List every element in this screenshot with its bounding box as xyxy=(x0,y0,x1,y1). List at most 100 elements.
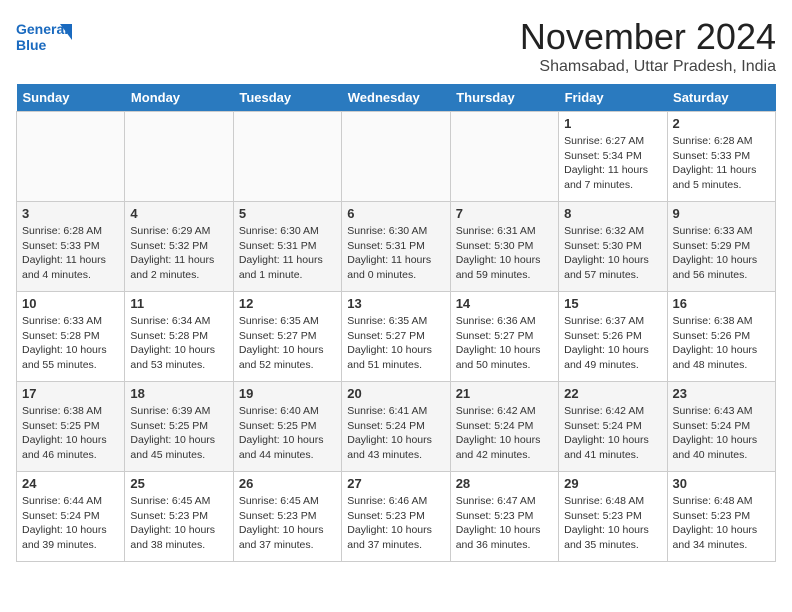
calendar-cell xyxy=(125,112,233,202)
calendar-cell: 21 Sunrise: 6:42 AM Sunset: 5:24 PM Dayli… xyxy=(450,382,558,472)
calendar-cell: 17 Sunrise: 6:38 AM Sunset: 5:25 PM Dayli… xyxy=(17,382,125,472)
day-number: 16 xyxy=(673,296,770,311)
day-number: 29 xyxy=(564,476,661,491)
day-number: 5 xyxy=(239,206,336,221)
weekday-header-wednesday: Wednesday xyxy=(342,84,450,112)
day-number: 14 xyxy=(456,296,553,311)
calendar-cell: 5 Sunrise: 6:30 AM Sunset: 5:31 PM Daylig… xyxy=(233,202,341,292)
calendar-cell: 20Sunrise: 6:41 AM Sunset: 5:24 PM Dayli… xyxy=(342,382,450,472)
calendar-cell: 4 Sunrise: 6:29 AM Sunset: 5:32 PM Daylig… xyxy=(125,202,233,292)
weekday-header-saturday: Saturday xyxy=(667,84,775,112)
calendar-cell: 3 Sunrise: 6:28 AM Sunset: 5:33 PM Daylig… xyxy=(17,202,125,292)
day-number: 19 xyxy=(239,386,336,401)
calendar-cell: 6 Sunrise: 6:30 AM Sunset: 5:31 PM Daylig… xyxy=(342,202,450,292)
day-info: Sunrise: 6:29 AM Sunset: 5:32 PM Dayligh… xyxy=(130,224,227,283)
day-number: 26 xyxy=(239,476,336,491)
day-number: 11 xyxy=(130,296,227,311)
calendar-row-4: 24 Sunrise: 6:44 AM Sunset: 5:24 PM Dayli… xyxy=(17,472,776,562)
day-number: 9 xyxy=(673,206,770,221)
calendar-row-1: 3 Sunrise: 6:28 AM Sunset: 5:33 PM Daylig… xyxy=(17,202,776,292)
calendar-row-2: 10Sunrise: 6:33 AM Sunset: 5:28 PM Dayli… xyxy=(17,292,776,382)
day-number: 4 xyxy=(130,206,227,221)
location-title: Shamsabad, Uttar Pradesh, India xyxy=(520,58,776,76)
month-title: November 2024 xyxy=(520,16,776,58)
calendar-cell: 2 Sunrise: 6:28 AM Sunset: 5:33 PM Daylig… xyxy=(667,112,775,202)
day-number: 23 xyxy=(673,386,770,401)
day-info: Sunrise: 6:32 AM Sunset: 5:30 PM Dayligh… xyxy=(564,224,661,283)
day-number: 1 xyxy=(564,116,661,131)
day-info: Sunrise: 6:44 AM Sunset: 5:24 PM Dayligh… xyxy=(22,494,119,553)
day-info: Sunrise: 6:37 AM Sunset: 5:26 PM Dayligh… xyxy=(564,314,661,373)
calendar-cell: 24 Sunrise: 6:44 AM Sunset: 5:24 PM Dayli… xyxy=(17,472,125,562)
day-number: 3 xyxy=(22,206,119,221)
day-info: Sunrise: 6:39 AM Sunset: 5:25 PM Dayligh… xyxy=(130,404,227,463)
day-number: 2 xyxy=(673,116,770,131)
day-info: Sunrise: 6:38 AM Sunset: 5:25 PM Dayligh… xyxy=(22,404,119,463)
day-info: Sunrise: 6:30 AM Sunset: 5:31 PM Dayligh… xyxy=(347,224,444,283)
day-number: 8 xyxy=(564,206,661,221)
day-info: Sunrise: 6:31 AM Sunset: 5:30 PM Dayligh… xyxy=(456,224,553,283)
calendar-cell: 30Sunrise: 6:48 AM Sunset: 5:23 PM Dayli… xyxy=(667,472,775,562)
calendar-cell: 9 Sunrise: 6:33 AM Sunset: 5:29 PM Daylig… xyxy=(667,202,775,292)
day-number: 20 xyxy=(347,386,444,401)
day-number: 21 xyxy=(456,386,553,401)
day-number: 17 xyxy=(22,386,119,401)
day-info: Sunrise: 6:35 AM Sunset: 5:27 PM Dayligh… xyxy=(239,314,336,373)
calendar-cell xyxy=(450,112,558,202)
day-info: Sunrise: 6:40 AM Sunset: 5:25 PM Dayligh… xyxy=(239,404,336,463)
calendar-cell xyxy=(342,112,450,202)
weekday-header-sunday: Sunday xyxy=(17,84,125,112)
weekday-header-tuesday: Tuesday xyxy=(233,84,341,112)
day-number: 13 xyxy=(347,296,444,311)
day-info: Sunrise: 6:45 AM Sunset: 5:23 PM Dayligh… xyxy=(130,494,227,553)
day-info: Sunrise: 6:38 AM Sunset: 5:26 PM Dayligh… xyxy=(673,314,770,373)
day-info: Sunrise: 6:45 AM Sunset: 5:23 PM Dayligh… xyxy=(239,494,336,553)
title-block: November 2024 Shamsabad, Uttar Pradesh, … xyxy=(520,16,776,76)
calendar-cell: 7 Sunrise: 6:31 AM Sunset: 5:30 PM Daylig… xyxy=(450,202,558,292)
day-number: 22 xyxy=(564,386,661,401)
day-number: 18 xyxy=(130,386,227,401)
day-number: 28 xyxy=(456,476,553,491)
day-info: Sunrise: 6:48 AM Sunset: 5:23 PM Dayligh… xyxy=(673,494,770,553)
day-number: 27 xyxy=(347,476,444,491)
day-info: Sunrise: 6:46 AM Sunset: 5:23 PM Dayligh… xyxy=(347,494,444,553)
svg-text:General: General xyxy=(16,21,68,37)
day-info: Sunrise: 6:36 AM Sunset: 5:27 PM Dayligh… xyxy=(456,314,553,373)
day-number: 15 xyxy=(564,296,661,311)
day-info: Sunrise: 6:33 AM Sunset: 5:28 PM Dayligh… xyxy=(22,314,119,373)
calendar-cell: 12 Sunrise: 6:35 AM Sunset: 5:27 PM Dayli… xyxy=(233,292,341,382)
calendar-cell: 11 Sunrise: 6:34 AM Sunset: 5:28 PM Dayli… xyxy=(125,292,233,382)
calendar-cell: 23 Sunrise: 6:43 AM Sunset: 5:24 PM Dayli… xyxy=(667,382,775,472)
weekday-header-friday: Friday xyxy=(559,84,667,112)
calendar-cell: 26 Sunrise: 6:45 AM Sunset: 5:23 PM Dayli… xyxy=(233,472,341,562)
day-number: 12 xyxy=(239,296,336,311)
calendar-cell: 10Sunrise: 6:33 AM Sunset: 5:28 PM Dayli… xyxy=(17,292,125,382)
calendar-cell: 27 Sunrise: 6:46 AM Sunset: 5:23 PM Dayli… xyxy=(342,472,450,562)
weekday-header-row: SundayMondayTuesdayWednesdayThursdayFrid… xyxy=(17,84,776,112)
day-info: Sunrise: 6:43 AM Sunset: 5:24 PM Dayligh… xyxy=(673,404,770,463)
weekday-header-monday: Monday xyxy=(125,84,233,112)
page-header: GeneralBlue November 2024 Shamsabad, Utt… xyxy=(16,16,776,76)
calendar-cell xyxy=(17,112,125,202)
day-number: 24 xyxy=(22,476,119,491)
day-number: 6 xyxy=(347,206,444,221)
calendar-table: SundayMondayTuesdayWednesdayThursdayFrid… xyxy=(16,84,776,562)
day-info: Sunrise: 6:30 AM Sunset: 5:31 PM Dayligh… xyxy=(239,224,336,283)
day-info: Sunrise: 6:47 AM Sunset: 5:23 PM Dayligh… xyxy=(456,494,553,553)
calendar-cell: 8 Sunrise: 6:32 AM Sunset: 5:30 PM Daylig… xyxy=(559,202,667,292)
logo: GeneralBlue xyxy=(16,16,76,60)
day-info: Sunrise: 6:34 AM Sunset: 5:28 PM Dayligh… xyxy=(130,314,227,373)
day-info: Sunrise: 6:33 AM Sunset: 5:29 PM Dayligh… xyxy=(673,224,770,283)
day-info: Sunrise: 6:28 AM Sunset: 5:33 PM Dayligh… xyxy=(22,224,119,283)
calendar-cell: 19 Sunrise: 6:40 AM Sunset: 5:25 PM Dayli… xyxy=(233,382,341,472)
day-info: Sunrise: 6:28 AM Sunset: 5:33 PM Dayligh… xyxy=(673,134,770,193)
calendar-cell: 1Sunrise: 6:27 AM Sunset: 5:34 PM Daylig… xyxy=(559,112,667,202)
day-number: 25 xyxy=(130,476,227,491)
calendar-cell: 25 Sunrise: 6:45 AM Sunset: 5:23 PM Dayli… xyxy=(125,472,233,562)
calendar-row-3: 17 Sunrise: 6:38 AM Sunset: 5:25 PM Dayli… xyxy=(17,382,776,472)
calendar-row-0: 1Sunrise: 6:27 AM Sunset: 5:34 PM Daylig… xyxy=(17,112,776,202)
day-number: 7 xyxy=(456,206,553,221)
day-info: Sunrise: 6:42 AM Sunset: 5:24 PM Dayligh… xyxy=(456,404,553,463)
logo-svg: GeneralBlue xyxy=(16,16,76,60)
day-info: Sunrise: 6:42 AM Sunset: 5:24 PM Dayligh… xyxy=(564,404,661,463)
